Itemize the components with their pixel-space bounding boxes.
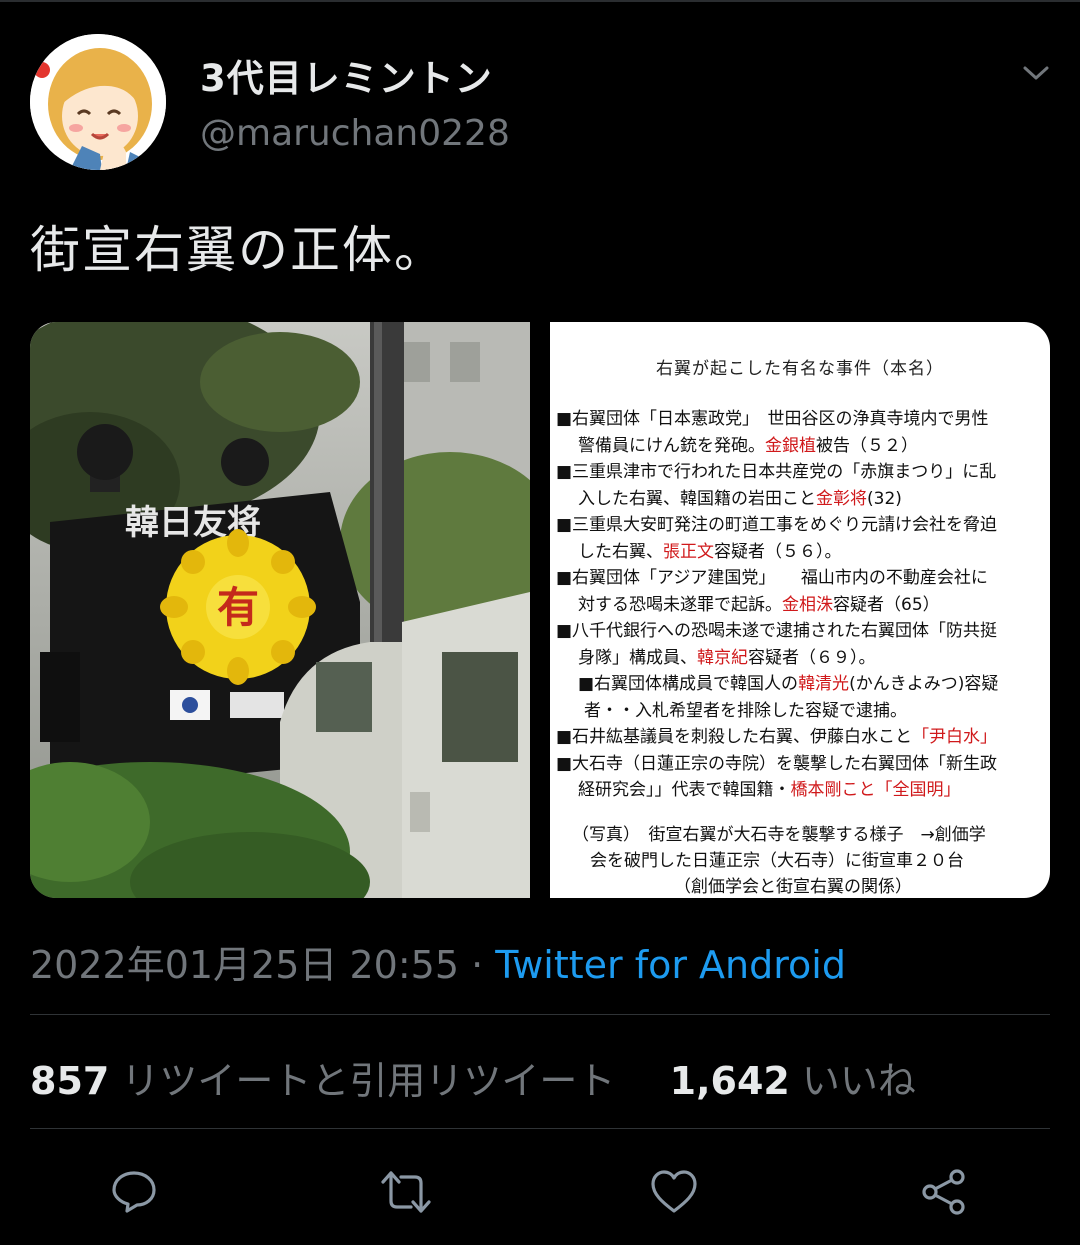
tweet-source-link[interactable]: Twitter for Android [495, 943, 846, 987]
tweet-media[interactable]: 韓日友将 有 右翼が起こした有名な事件（本名） ■右翼団体「日本憲政党」 世田谷… [30, 322, 1050, 898]
card-line: 警備員にけん銃を発砲。金銀植被告（５２） [556, 433, 1046, 460]
likes-count: 1,642 [669, 1059, 790, 1103]
avatar[interactable] [30, 34, 166, 170]
emblem-char: 有 [217, 583, 259, 632]
card-line-text: 者・・入札希望者を排除した容疑で逮捕。 [584, 700, 907, 721]
card-line-text: 警備員にけん銃を発砲。 [578, 435, 765, 456]
card-line-text: 容疑者（５６）。 [714, 541, 842, 562]
card-body: ■右翼団体「日本憲政党」 世田谷区の浄真寺境内で男性警備員にけん銃を発砲。金銀植… [556, 406, 1046, 804]
reply-button[interactable] [106, 1164, 162, 1220]
media-photo[interactable]: 韓日友将 有 [30, 322, 560, 898]
likes-label: いいね [801, 1059, 916, 1103]
card-note-line: （写真） 街宣右翼が大石寺を襲撃する様子 →創価学 [572, 825, 986, 845]
media-text-image[interactable]: 右翼が起こした有名な事件（本名） ■右翼団体「日本憲政党」 世田谷区の浄真寺境内… [550, 322, 1050, 898]
tweet-timestamp[interactable]: 2022年01月25日 20:55 [30, 943, 459, 987]
retweets-label: リツイートと引用リツイート [121, 1059, 616, 1103]
card-line-text: 身隊」構成員、 [578, 647, 697, 668]
card-line-text: (32) [867, 488, 902, 509]
card-line-text: ■右翼団体「アジア建国党」 福山市内の不動産会社に [556, 568, 988, 588]
card-line: した右翼、張正文容疑者（５６）。 [556, 539, 1046, 566]
card-line-text: ■三重県大安町発注の町道工事をめぐり元請け会社を脅迫 [556, 515, 998, 535]
retweet-button[interactable] [378, 1164, 434, 1220]
card-line-text: 被告（５２） [816, 435, 918, 456]
card-line-text: 入した右翼、韓国籍の岩田こと [578, 488, 816, 509]
card-line-text: (かんきよみつ)容疑 [849, 674, 999, 694]
share-icon [922, 1169, 965, 1215]
retweets-count: 857 [30, 1059, 110, 1103]
share-button[interactable] [916, 1164, 972, 1220]
card-line-text: ■右翼団体「日本憲政党」 世田谷区の浄真寺境内で男性 [556, 409, 989, 429]
author-display-name[interactable]: 3代目レミントン [200, 48, 493, 102]
card-line-highlight: 橋本剛こと「全国明」 [790, 780, 961, 800]
card-line-text: 容疑者（６９）。 [748, 647, 876, 668]
tweet-meta: 2022年01月25日 20:55 · Twitter for Android [30, 934, 846, 989]
card-line-text: ■八千代銀行への恐喝未遂で逮捕された右翼団体「防共挺 [556, 621, 998, 641]
retweets-stat[interactable]: 857 リツイートと引用リツイート [30, 1059, 615, 1103]
tweet-text: 街宣右翼の正体。 [30, 221, 446, 279]
card-line-highlight: 韓清光 [798, 674, 850, 694]
card-line: 対する恐喝未遂罪で起訴。金相洙容疑者（65） [556, 592, 1046, 619]
card-line: ■三重県大安町発注の町道工事をめぐり元請け会社を脅迫 [556, 512, 1046, 539]
avatar-illustration-icon [30, 34, 166, 170]
author-handle[interactable]: @maruchan0228 [200, 113, 510, 154]
card-title: 右翼が起こした有名な事件（本名） [656, 359, 944, 379]
divider [30, 1128, 1050, 1129]
divider [30, 1014, 1050, 1015]
card-line: ■右翼団体構成員で韓国人の韓清光(かんきよみつ)容疑 [556, 671, 1046, 698]
card-line-text: 経研究会」」代表で韓国籍・ [578, 780, 791, 800]
tweet-stats: 857 リツイートと引用リツイート 1,642 いいね [30, 1050, 916, 1105]
card-line: ■三重県津市で行われた日本共産党の「赤旗まつり」に乱 [556, 459, 1046, 486]
card-line: ■八千代銀行への恐喝未遂で逮捕された右翼団体「防共挺 [556, 618, 1046, 645]
card-note-line: （創価学会と街宣右翼の関係） [674, 877, 912, 897]
card-line: ■右翼団体「アジア建国党」 福山市内の不動産会社に [556, 565, 1046, 592]
card-line-highlight: 金彰将 [816, 488, 867, 509]
card-line: ■石井紘基議員を刺殺した右翼、伊藤白水こと「尹白水」 [556, 724, 1046, 751]
action-bar [0, 1160, 1080, 1220]
retweet-icon [381, 1171, 431, 1213]
card-note: （写真） 街宣右翼が大石寺を襲撃する様子 →創価学 会を破門した日蓮正宗（大石寺… [550, 822, 1050, 898]
tweet-menu-button[interactable] [1016, 56, 1056, 90]
heart-icon [651, 1170, 697, 1213]
card-line-highlight: 金銀植 [765, 435, 816, 456]
card-line: 身隊」構成員、韓京紀容疑者（６９）。 [556, 645, 1046, 672]
like-button[interactable] [646, 1164, 702, 1220]
chevron-down-icon [1023, 66, 1049, 80]
card-line-text: ■石井紘基議員を刺殺した右翼、伊藤白水こと [556, 727, 913, 747]
card-line: 者・・入札希望者を排除した容疑で逮捕。 [556, 698, 1046, 725]
card-line-highlight: 韓京紀 [697, 647, 748, 668]
card-line-text: ■三重県津市で行われた日本共産党の「赤旗まつり」に乱 [556, 462, 997, 482]
card-line-text: 容疑者（65） [833, 594, 940, 615]
card-line-text: 対する恐喝未遂罪で起訴。 [578, 594, 782, 615]
card-line-highlight: 「尹白水」 [912, 727, 998, 747]
card-line-text: した右翼、 [578, 541, 663, 562]
card-note-line: 会を破門した日蓮正宗（大石寺）に街宣車２０台 [590, 851, 964, 871]
card-line-highlight: 張正文 [663, 541, 714, 562]
card-line: 経研究会」」代表で韓国籍・橋本剛こと「全国明」 [556, 777, 1046, 804]
street-truck-photo: 韓日友将 有 [30, 322, 560, 898]
card-line-text: ■右翼団体構成員で韓国人の [578, 674, 799, 694]
card-line-text: ■大石寺（日蓮正宗の寺院）を襲撃した右翼団体「新生政 [556, 753, 998, 774]
likes-stat[interactable]: 1,642 いいね [670, 1059, 916, 1103]
card-line-highlight: 金相洙 [782, 594, 833, 615]
reply-icon [112, 1171, 156, 1213]
card-line: ■大石寺（日蓮正宗の寺院）を襲撃した右翼団体「新生政 [556, 751, 1046, 778]
card-line: ■右翼団体「日本憲政党」 世田谷区の浄真寺境内で男性 [556, 406, 1046, 433]
card-line: 入した右翼、韓国籍の岩田こと金彰将(32) [556, 486, 1046, 513]
meta-separator: · [459, 943, 496, 987]
top-divider [0, 0, 1080, 2]
